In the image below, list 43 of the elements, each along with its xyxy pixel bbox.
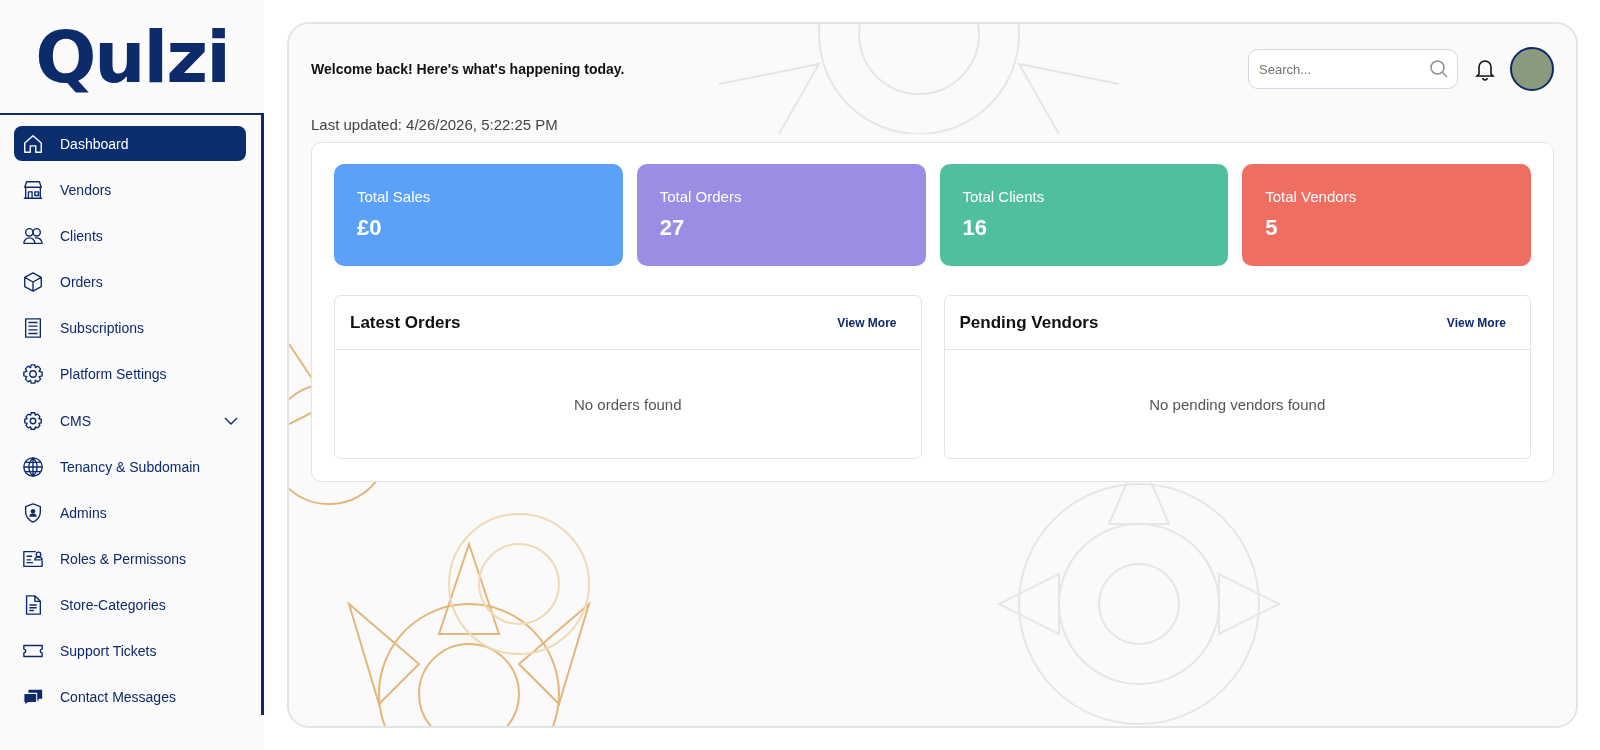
card-title: Pending Vendors bbox=[959, 312, 1099, 333]
view-more-link[interactable]: View More bbox=[1446, 315, 1506, 330]
settings-icon bbox=[22, 363, 44, 386]
view-more-link[interactable]: View More bbox=[837, 315, 897, 330]
stat-value: 16 bbox=[962, 215, 988, 241]
sidebar-item[interactable]: Orders bbox=[14, 264, 246, 300]
stat-value: 5 bbox=[1265, 215, 1279, 241]
stat-value: 27 bbox=[659, 215, 686, 241]
stat-value: £0 bbox=[357, 215, 383, 241]
document-list-icon bbox=[22, 317, 44, 340]
logo: Qulzi bbox=[34, 13, 230, 101]
sidebar-item[interactable]: CMS bbox=[14, 402, 246, 439]
stat-label: Total Clients bbox=[962, 188, 1046, 205]
search-icon bbox=[1429, 59, 1449, 79]
sidebar-item[interactable]: Support Tickets bbox=[14, 633, 246, 669]
stat-label: Total Vendors bbox=[1265, 188, 1358, 205]
sidebar-item[interactable]: Clients bbox=[14, 218, 246, 254]
empty-message: No pending vendors found bbox=[1148, 394, 1327, 415]
sidebar-item[interactable]: Dashboard bbox=[14, 126, 246, 162]
sidebar-item[interactable]: Subscriptions bbox=[14, 310, 246, 346]
empty-message: No orders found bbox=[572, 394, 683, 415]
store-icon bbox=[22, 178, 44, 201]
stat-label: Total Sales bbox=[357, 188, 432, 205]
card-title: Latest Orders bbox=[350, 312, 461, 333]
bell-icon[interactable] bbox=[1474, 57, 1496, 81]
globe-icon bbox=[22, 455, 44, 478]
welcome-text: Welcome back! Here's what's happening today. bbox=[311, 61, 626, 77]
sidebar-item[interactable]: Contact Messages bbox=[14, 679, 246, 715]
sidebar-item[interactable]: Vendors bbox=[14, 172, 246, 208]
shield-user-icon bbox=[22, 501, 44, 524]
home-icon bbox=[22, 132, 44, 155]
avatar[interactable] bbox=[1510, 47, 1554, 91]
box-icon bbox=[22, 271, 44, 294]
id-card-icon bbox=[22, 548, 44, 570]
sidebar-item[interactable]: Platform Settings bbox=[14, 356, 246, 392]
last-updated-text: Last updated: 4/26/2026, 5:22:25 PM bbox=[311, 116, 559, 133]
sidebar-item[interactable]: Store-Categories bbox=[14, 587, 246, 623]
settings-icon bbox=[22, 409, 44, 432]
sidebar-item[interactable]: Roles & Permissons bbox=[14, 541, 246, 577]
sidebar-item[interactable]: Tenancy & Subdomain bbox=[14, 449, 246, 485]
search-field[interactable]: Search... bbox=[1248, 49, 1458, 89]
stat-label: Total Orders bbox=[659, 188, 743, 205]
sidebar-item[interactable]: Admins bbox=[14, 495, 246, 531]
